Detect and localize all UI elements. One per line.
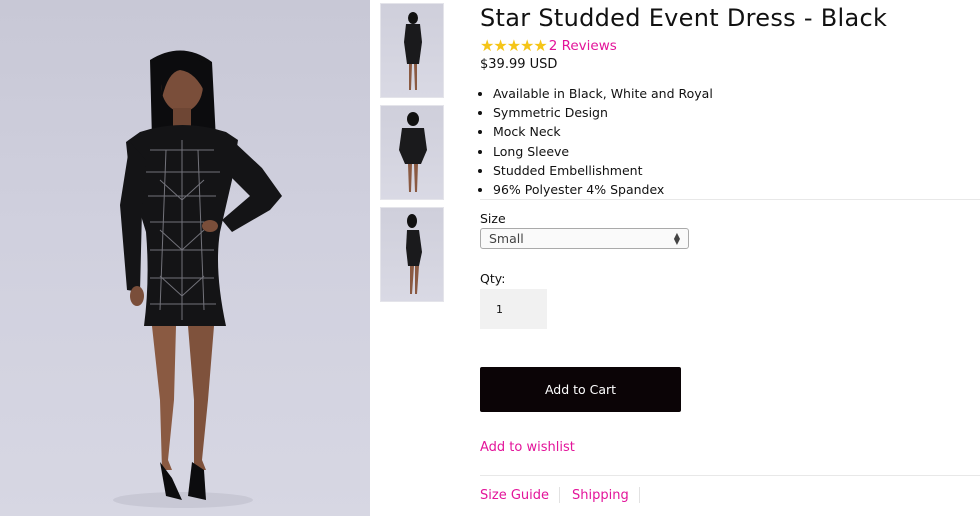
divider (480, 475, 980, 476)
reviews-link[interactable]: 2 Reviews (549, 38, 617, 54)
thumbnail-front[interactable] (380, 3, 444, 98)
product-title: Star Studded Event Dress - Black (480, 4, 888, 32)
thumbnail-strip (380, 3, 444, 309)
feature-item: 96% Polyester 4% Spandex (493, 180, 713, 199)
shipping-link[interactable]: Shipping (572, 488, 629, 503)
link-separator (638, 487, 640, 503)
quantity-input[interactable]: 1 (480, 289, 547, 329)
size-label: Size (480, 211, 506, 226)
feature-list: Available in Black, White and Royal Symm… (480, 84, 713, 199)
add-to-cart-button[interactable]: Add to Cart (480, 367, 681, 412)
size-select[interactable]: Small ▲ ▼ (480, 228, 689, 249)
product-price: $39.99 USD (480, 57, 558, 72)
link-separator (559, 487, 560, 503)
thumbnail-side[interactable] (380, 207, 444, 302)
feature-item: Studded Embellishment (493, 161, 713, 180)
feature-item: Symmetric Design (493, 103, 713, 122)
qty-label: Qty: (480, 271, 506, 286)
select-arrows-icon: ▲ ▼ (673, 230, 680, 246)
star-icon: ★★★★★ (480, 36, 548, 55)
size-guide-link[interactable]: Size Guide (480, 488, 549, 503)
product-main-image[interactable] (0, 0, 370, 516)
divider (480, 199, 980, 200)
product-rating: ★★★★★ 2 Reviews (480, 37, 617, 55)
size-selected-value: Small (489, 231, 524, 246)
thumbnail-back[interactable] (380, 105, 444, 200)
feature-item: Long Sleeve (493, 142, 713, 161)
feature-item: Available in Black, White and Royal (493, 84, 713, 103)
info-links: Size Guide Shipping (480, 487, 652, 503)
feature-item: Mock Neck (493, 122, 713, 141)
add-to-wishlist-link[interactable]: Add to wishlist (480, 440, 575, 455)
